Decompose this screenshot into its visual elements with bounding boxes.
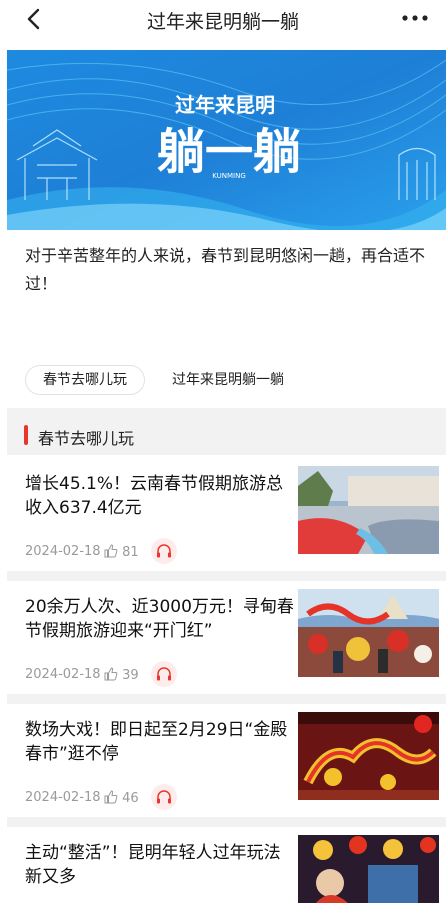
divider [7, 408, 446, 415]
section-accent-bar [24, 425, 28, 445]
banner-image: 过年来昆明 躺一躺 KUNMING [7, 50, 446, 230]
audio-button[interactable] [151, 784, 177, 810]
divider [7, 694, 446, 704]
section-header: 春节去哪儿玩 [7, 415, 446, 455]
audio-button[interactable] [151, 661, 177, 687]
article-title[interactable]: 主动“整活”！昆明年轻人过年玩法新又多 [25, 841, 297, 889]
article-item[interactable]: 增长45.1%！云南春节假期旅游总收入637.4亿元 2024-02-18 81 [7, 466, 446, 576]
like-count-value: 39 [122, 668, 139, 683]
headphones-icon [157, 790, 171, 804]
article-thumbnail[interactable] [298, 589, 439, 677]
section-title: 春节去哪儿玩 [38, 429, 135, 448]
article-item[interactable]: 20余万人次、近3000万元！寻甸春节假期旅游迎来“开门红” 2024-02-1… [7, 589, 446, 699]
like-icon [104, 544, 118, 558]
tag-chip[interactable]: 过年来昆明躺一躺 [158, 365, 298, 395]
banner-line1: 过年来昆明 [175, 93, 275, 117]
audio-button[interactable] [151, 538, 177, 564]
top-bar: 过年来昆明躺一躺 [0, 0, 446, 40]
article-date: 2024-02-18 [25, 544, 101, 559]
like-count[interactable]: 39 [104, 667, 139, 683]
article-date: 2024-02-18 [25, 790, 101, 805]
page-title: 过年来昆明躺一躺 [146, 11, 299, 33]
intro-text: 对于辛苦整年的人来说，春节到昆明悠闲一趟，再合适不过！ [25, 246, 426, 293]
article-date: 2024-02-18 [25, 667, 101, 682]
headphones-icon [157, 544, 171, 558]
divider [7, 817, 446, 827]
article-title[interactable]: 增长45.1%！云南春节假期旅游总收入637.4亿元 [25, 472, 297, 520]
article-item[interactable]: 主动“整活”！昆明年轻人过年玩法新又多 [7, 835, 446, 903]
more-icon[interactable] [400, 8, 430, 28]
article-thumbnail[interactable] [298, 712, 439, 800]
article-thumbnail[interactable] [298, 835, 439, 903]
like-icon [104, 667, 118, 681]
like-icon [104, 790, 118, 804]
article-title[interactable]: 20余万人次、近3000万元！寻甸春节假期旅游迎来“开门红” [25, 595, 297, 643]
tag-chip[interactable]: 春节去哪儿玩 [25, 365, 145, 395]
article-thumbnail[interactable] [298, 466, 439, 554]
article-item[interactable]: 数场大戏！即日起至2月29日“金殿春市”逛不停 2024-02-18 46 [7, 712, 446, 822]
like-count-value: 81 [122, 545, 139, 560]
banner-sub: KUNMING [212, 172, 246, 180]
like-count[interactable]: 46 [104, 790, 139, 806]
like-count-value: 46 [122, 791, 139, 806]
divider [7, 571, 446, 581]
like-count[interactable]: 81 [104, 544, 139, 560]
headphones-icon [157, 667, 171, 681]
article-title[interactable]: 数场大戏！即日起至2月29日“金殿春市”逛不停 [25, 718, 297, 766]
